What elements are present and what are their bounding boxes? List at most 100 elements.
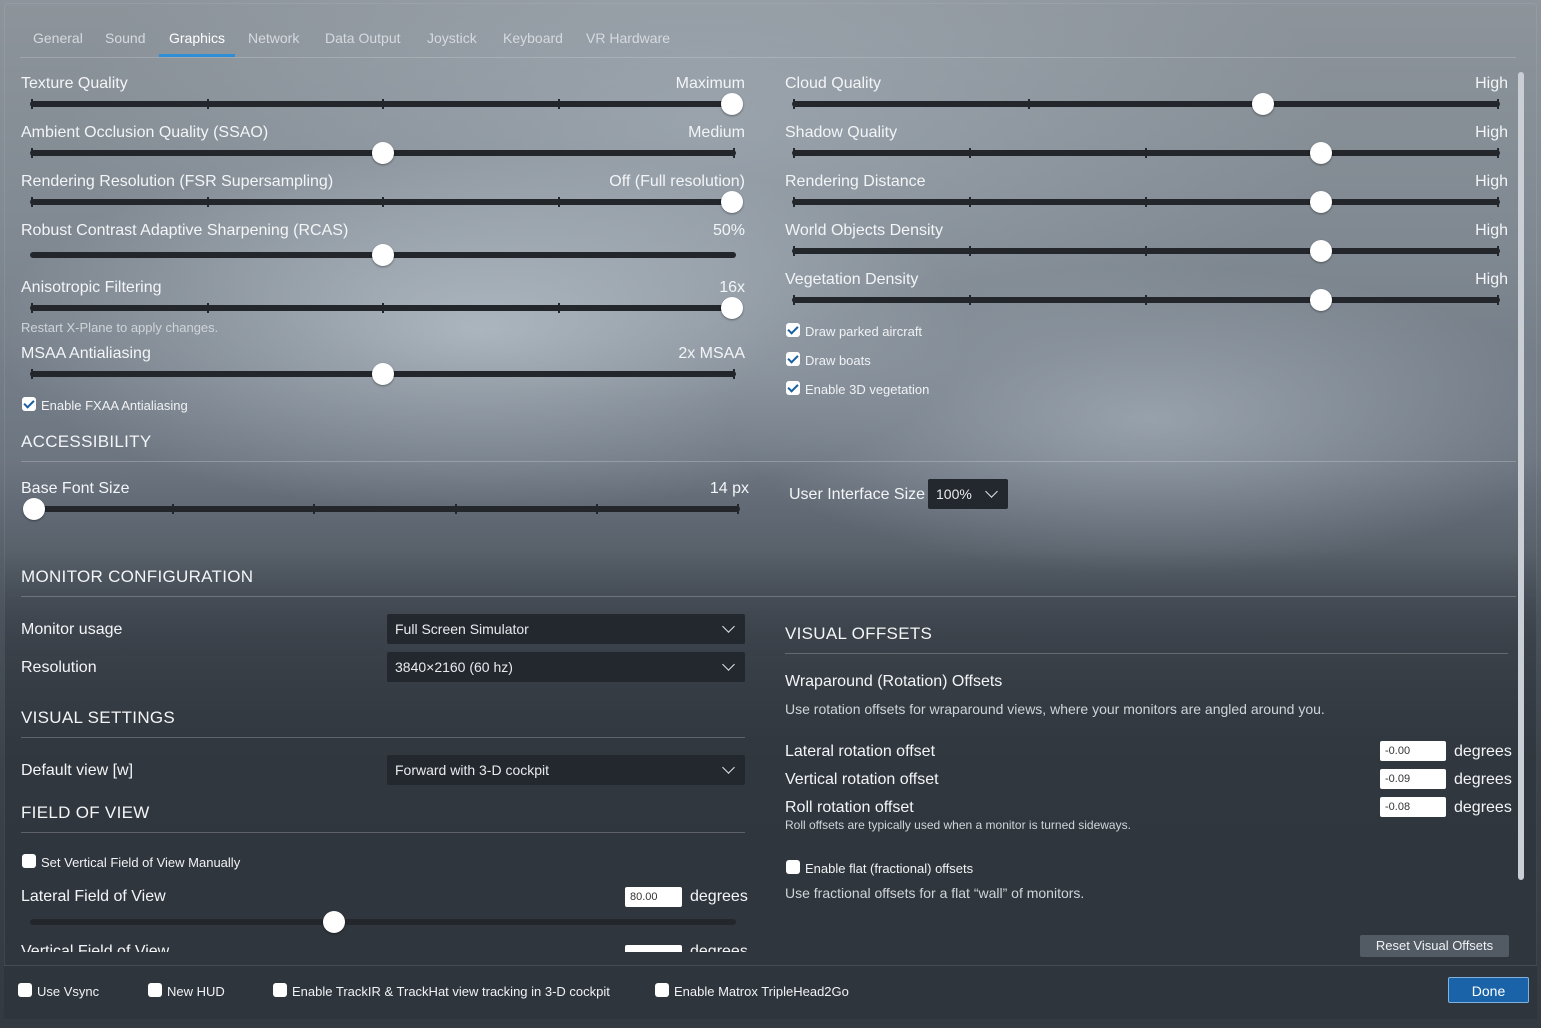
new-hud-checkbox[interactable] (148, 983, 162, 997)
parked-aircraft-checkbox[interactable] (786, 323, 800, 337)
slider-track[interactable] (792, 101, 1500, 107)
tab-data-output[interactable]: Data Output (325, 30, 401, 46)
lateral-fov-input[interactable]: 80.00 (625, 887, 682, 907)
ui-size-value: 100% (936, 486, 972, 502)
trackir-checkbox[interactable] (273, 983, 287, 997)
texture-quality-value: Maximum (675, 75, 745, 92)
done-button[interactable]: Done (1448, 977, 1529, 1003)
rcas-value: 50% (712, 222, 745, 239)
slider-thumb[interactable] (721, 297, 743, 319)
slider-tick (1145, 148, 1147, 158)
slider-tick (1497, 99, 1499, 109)
slider-thumb[interactable] (372, 363, 394, 385)
slider-tick (595, 504, 598, 514)
shadow-quality-label: Shadow Quality (785, 124, 898, 141)
fxaa-checkbox[interactable] (22, 397, 36, 411)
roll-rotation-unit: degrees (1454, 799, 1512, 816)
slider-tick (31, 148, 33, 158)
slider-tick (557, 197, 560, 207)
slider-tick (206, 197, 209, 207)
vertical-fov-input[interactable] (625, 945, 682, 952)
monitor-divider (21, 596, 1516, 597)
slider-tick (793, 197, 795, 207)
vegetation-3d-checkbox[interactable] (786, 381, 800, 395)
slider-tick (31, 369, 33, 379)
monitor-usage-dropdown[interactable]: Full Screen Simulator (387, 614, 745, 644)
lateral-fov-unit: degrees (690, 888, 748, 905)
roll-hint: Roll offsets are typically used when a m… (785, 818, 1131, 832)
slider-thumb[interactable] (23, 498, 45, 520)
slider-tick (969, 246, 971, 256)
default-view-dropdown[interactable]: Forward with 3-D cockpit (387, 755, 745, 785)
slider-thumb[interactable] (1251, 93, 1274, 115)
slider-thumb[interactable] (721, 191, 743, 213)
texture-quality-label: Texture Quality (21, 75, 128, 92)
reset-visual-offsets-button[interactable]: Reset Visual Offsets (1360, 935, 1509, 957)
tab-joystick[interactable]: Joystick (427, 30, 477, 46)
fxaa-label: Enable FXAA Antialiasing (41, 398, 188, 413)
ui-size-dropdown[interactable]: 100% (928, 479, 1008, 509)
lateral-rotation-input[interactable]: -0.00 (1380, 741, 1446, 761)
chevron-down-icon (985, 485, 998, 498)
resolution-value: 3840×2160 (60 hz) (395, 659, 513, 675)
slider-tick (793, 295, 795, 305)
slider-tick (793, 148, 795, 158)
vsync-checkbox[interactable] (18, 983, 32, 997)
monitor-usage-label: Monitor usage (21, 621, 123, 638)
fsr-value: Off (Full resolution) (609, 173, 745, 190)
slider-tick (733, 369, 735, 379)
slider-tick (31, 303, 33, 313)
slider-tick (31, 197, 33, 207)
anisotropic-value: 16x (719, 279, 745, 296)
shadow-quality-value: High (1475, 124, 1508, 141)
tab-graphics[interactable]: Graphics (169, 30, 225, 46)
lateral-rotation-label: Lateral rotation offset (785, 743, 936, 760)
slider-thumb[interactable] (1310, 289, 1332, 311)
slider-thumb[interactable] (372, 244, 394, 266)
tab-vr-hardware[interactable]: VR Hardware (586, 30, 670, 46)
tabs-divider (20, 57, 1516, 58)
visual-settings-divider (21, 737, 745, 738)
cloud-quality-label: Cloud Quality (785, 75, 882, 92)
default-view-value: Forward with 3-D cockpit (395, 762, 550, 778)
world-objects-value: High (1475, 222, 1508, 239)
new-hud-label: New HUD (167, 984, 225, 999)
scrollbar[interactable] (1518, 72, 1524, 880)
tab-keyboard[interactable]: Keyboard (503, 30, 563, 46)
flat-offsets-checkbox[interactable] (786, 860, 800, 874)
flat-offsets-label: Enable flat (fractional) offsets (805, 861, 974, 876)
lateral-fov-label: Lateral Field of View (21, 888, 166, 905)
accessibility-divider (21, 461, 1516, 462)
vertical-rotation-unit: degrees (1454, 771, 1512, 788)
roll-rotation-input[interactable]: -0.08 (1380, 797, 1446, 817)
slider-track[interactable] (30, 919, 736, 925)
base-font-size-value: 14 px (709, 480, 749, 497)
manual-vertical-fov-checkbox[interactable] (22, 854, 36, 868)
resolution-dropdown[interactable]: 3840×2160 (60 hz) (387, 652, 745, 682)
vertical-rotation-input[interactable]: -0.09 (1380, 769, 1446, 789)
boats-checkbox[interactable] (786, 352, 800, 366)
ui-size-label: User Interface Size (789, 486, 926, 503)
slider-thumb[interactable] (721, 93, 743, 115)
slider-thumb[interactable] (1310, 191, 1332, 213)
slider-tick (31, 99, 33, 109)
slider-thumb[interactable] (1310, 240, 1332, 262)
lateral-rotation-input-value: -0.00 (1385, 745, 1411, 757)
vegetation-density-label: Vegetation Density (785, 271, 919, 288)
rendering-distance-value: High (1475, 173, 1508, 190)
slider-tick (969, 197, 971, 207)
slider-thumb[interactable] (323, 911, 346, 933)
tab-general[interactable]: General (33, 30, 83, 46)
tab-network[interactable]: Network (248, 30, 299, 46)
slider-thumb[interactable] (372, 142, 394, 164)
vertical-fov-label: Vertical Field of View (21, 944, 169, 952)
matrox-checkbox[interactable] (655, 983, 669, 997)
tab-sound[interactable]: Sound (105, 30, 145, 46)
slider-thumb[interactable] (1310, 142, 1332, 164)
ssao-value: Medium (688, 124, 745, 141)
slider-tick (206, 99, 209, 109)
cloud-quality-value: High (1475, 75, 1508, 92)
slider-track[interactable] (30, 506, 740, 512)
vegetation-density-value: High (1475, 271, 1508, 288)
slider-tick (737, 504, 739, 514)
